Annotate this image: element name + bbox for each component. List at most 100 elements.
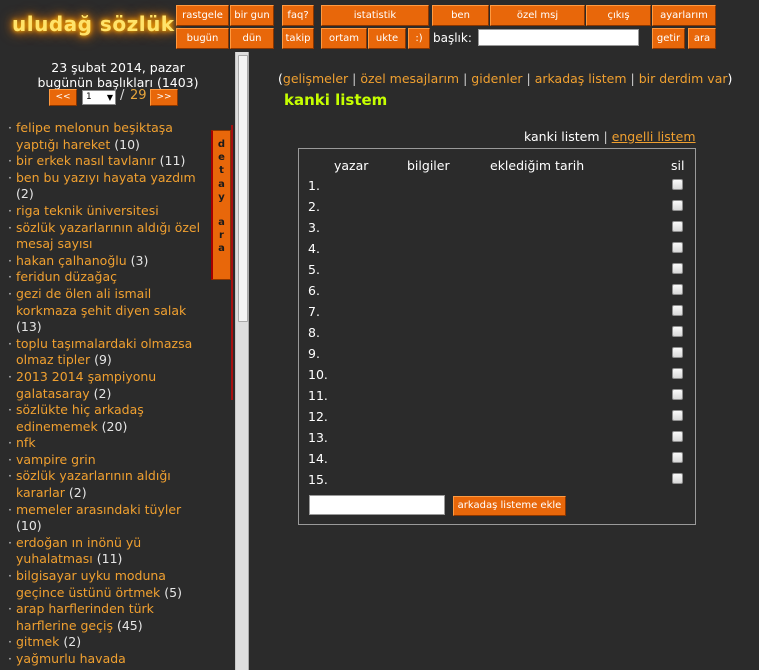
topic-item[interactable]: · toplu taşımalardaki olmazsa olmaz tiple… (8, 336, 208, 369)
link-bir-derdim-var[interactable]: bir derdim var (639, 71, 728, 86)
site-logo[interactable]: uludağ sözlük (12, 12, 175, 36)
delete-checkbox[interactable] (672, 326, 683, 337)
topic-item[interactable]: · sözlük yazarlarının aldığı özel mesaj s… (8, 220, 208, 253)
nav-smiley-button[interactable]: :) (408, 28, 430, 49)
delete-checkbox[interactable] (672, 284, 683, 295)
nav-istatistik-button[interactable]: istatistik (321, 5, 429, 26)
delete-checkbox[interactable] (672, 179, 683, 190)
nav-ayarlarim-button[interactable]: ayarlarım (652, 5, 716, 26)
topic-item[interactable]: · 2013 2014 şampiyonu galatasaray (2) (8, 369, 208, 402)
detay-ara-button[interactable]: d e t a y a r a (211, 130, 231, 280)
delete-checkbox[interactable] (672, 452, 683, 463)
tab-separator: | (599, 129, 612, 144)
nav-ortam-button[interactable]: ortam (321, 28, 367, 49)
page-select[interactable]: 1 ▼ (82, 90, 116, 105)
link-arkadas-listem[interactable]: arkadaş listem (535, 71, 627, 86)
sidebar-scrollbar[interactable] (235, 52, 249, 670)
link-ozel-mesajlarim[interactable]: özel mesajlarım (360, 71, 459, 86)
today-topics-label: bugünün başlıkları (1403) (37, 75, 199, 90)
prev-page-button[interactable]: << (49, 89, 77, 106)
topic-item[interactable]: · hakan çalhanoğlu (3) (8, 253, 208, 270)
topic-item[interactable]: · nfk (8, 435, 208, 452)
detay-ara-letter: a (218, 178, 225, 190)
topic-link[interactable]: yağmurlu havada (16, 651, 126, 666)
delete-checkbox[interactable] (672, 242, 683, 253)
nav-rastgele-button[interactable]: rastgele (176, 5, 229, 26)
delete-checkbox[interactable] (672, 431, 683, 442)
topic-link[interactable]: nfk (16, 435, 36, 450)
bullet-icon: · (8, 120, 12, 135)
nav-bir-gun-button[interactable]: bir gun (230, 5, 274, 26)
topic-link[interactable]: ben bu yazıyı hayata yazdım (16, 170, 196, 185)
topic-link[interactable]: erdoğan ın inönü yü yuhalatması (16, 535, 141, 567)
delete-checkbox[interactable] (672, 368, 683, 379)
topic-item[interactable]: · gitmek (2) (8, 634, 208, 651)
topic-item[interactable]: · yağmurlu havada (8, 651, 208, 668)
add-friend-button[interactable]: arkadaş listeme ekle (453, 496, 566, 516)
topic-link[interactable]: memeler arasındaki tüyler (16, 502, 181, 517)
topic-item[interactable]: · vampire grin (8, 452, 208, 469)
topic-item[interactable]: · riga teknik üniversitesi (8, 203, 208, 220)
row-number: 5. (308, 262, 320, 277)
nav-ben-button[interactable]: ben (432, 5, 489, 26)
topic-item[interactable]: · bilgisayar uyku moduna geçince üstünü ö… (8, 568, 208, 601)
topic-link[interactable]: felipe melonun beşiktaşa yaptığı hareket (16, 120, 173, 152)
delete-checkbox[interactable] (672, 263, 683, 274)
nav-ukte-button[interactable]: ukte (368, 28, 406, 49)
topic-item[interactable]: · bir erkek nasıl tavlanır (11) (8, 153, 208, 170)
delete-checkbox[interactable] (672, 389, 683, 400)
next-page-button[interactable]: >> (150, 89, 178, 106)
delete-checkbox[interactable] (672, 305, 683, 316)
topic-entry-count: (9) (94, 352, 112, 368)
nav-dun-button[interactable]: dün (230, 28, 274, 49)
list-tabs: kanki listem | engelli listem (524, 129, 696, 144)
topic-link[interactable]: 2013 2014 şampiyonu galatasaray (16, 369, 156, 401)
topic-link[interactable]: riga teknik üniversitesi (16, 203, 159, 218)
topic-item[interactable]: · felipe melonun beşiktaşa yaptığı hareke… (8, 120, 208, 153)
topic-entry-count: (2) (68, 485, 87, 501)
nav-faq-button[interactable]: faq? (282, 5, 314, 26)
topic-item[interactable]: · gezi de ölen ali ismail korkmaza şehit … (8, 286, 208, 336)
nav-ozel-msj-button[interactable]: özel msj (490, 5, 585, 26)
topic-link[interactable]: bilgisayar uyku moduna geçince üstünü ör… (16, 568, 166, 600)
title-search-input[interactable] (478, 29, 639, 46)
getir-button[interactable]: getir (652, 28, 685, 49)
add-friend-input[interactable] (309, 495, 445, 515)
row-number: 3. (308, 220, 320, 235)
topic-item[interactable]: · erdoğan ın inönü yü yuhalatması (11) (8, 535, 208, 568)
column-header-info: bilgiler (407, 158, 450, 173)
delete-checkbox[interactable] (672, 410, 683, 421)
topic-link[interactable]: sözlük yazarlarının aldığı özel mesaj sa… (16, 220, 200, 252)
topic-link[interactable]: gezi de ölen ali ismail korkmaza şehit d… (16, 286, 186, 318)
topic-link[interactable]: gitmek (16, 634, 59, 649)
topic-link[interactable]: vampire grin (16, 452, 96, 467)
topic-item[interactable]: · sözlük yazarlarının aldığı kararlar (2) (8, 468, 208, 501)
topic-item[interactable]: · ben bu yazıyı hayata yazdım (2) (8, 170, 208, 203)
column-header-author: yazar (334, 158, 369, 173)
topic-link[interactable]: bir erkek nasıl tavlanır (16, 153, 156, 168)
link-gelismeler[interactable]: gelişmeler (283, 71, 348, 86)
delete-checkbox[interactable] (672, 473, 683, 484)
delete-checkbox[interactable] (672, 200, 683, 211)
detay-ara-letter: a (218, 243, 225, 255)
scrollbar-thumb[interactable] (238, 55, 248, 322)
topic-item[interactable]: · sözlükte hiç arkadaş edinememek (20) (8, 402, 208, 435)
topic-link[interactable]: sözlük yazarlarının aldığı kararlar (16, 468, 171, 500)
topic-link[interactable]: feridun düzağaç (16, 269, 117, 284)
detay-ara-letter: y (218, 191, 225, 203)
topic-link[interactable]: hakan çalhanoğlu (16, 253, 127, 268)
tab-kanki-listem[interactable]: kanki listem (524, 129, 600, 144)
delete-checkbox[interactable] (672, 347, 683, 358)
topic-item[interactable]: · feridun düzağaç (8, 269, 208, 286)
detay-ara-letter: d (217, 139, 226, 150)
topic-item[interactable]: · memeler arasındaki tüyler (10) (8, 502, 208, 535)
bullet-icon: · (8, 451, 12, 467)
tab-engelli-listem[interactable]: engelli listem (612, 129, 696, 144)
topic-item[interactable]: · arap harflerinden türk harflerine geçiş… (8, 601, 208, 634)
link-gidenler[interactable]: gidenler (471, 71, 522, 86)
nav-takip-button[interactable]: takip (282, 28, 314, 49)
nav-bugun-button[interactable]: bugün (176, 28, 229, 49)
delete-checkbox[interactable] (672, 221, 683, 232)
nav-cikis-button[interactable]: çıkış (586, 5, 651, 26)
search-button[interactable]: ara (688, 28, 716, 49)
